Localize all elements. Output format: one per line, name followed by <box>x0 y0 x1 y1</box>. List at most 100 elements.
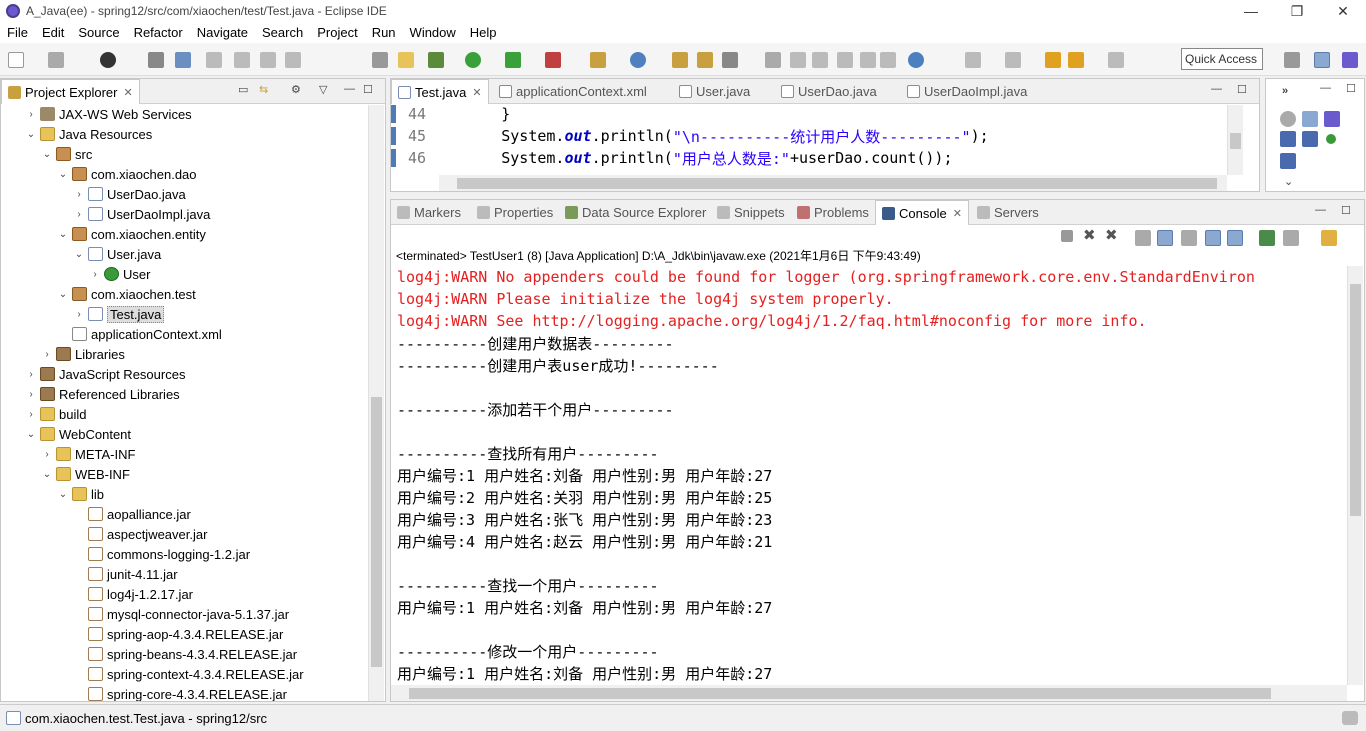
close-button[interactable]: ✕ <box>1320 0 1366 22</box>
tree-item[interactable]: › User <box>89 264 150 284</box>
restore-button[interactable]: ❐ <box>1274 0 1320 22</box>
tree-item[interactable]: log4j-1.2.17.jar <box>73 584 193 604</box>
toggle-whitespace-icon[interactable] <box>812 52 828 68</box>
editor-hscroll-thumb[interactable] <box>457 178 1217 189</box>
menu-edit[interactable]: Edit <box>35 25 71 40</box>
chevron-right-icon[interactable]: › <box>73 309 85 320</box>
java-ee-perspective-icon[interactable] <box>1314 52 1330 68</box>
chevron-down-icon[interactable]: ⌄ <box>41 149 53 160</box>
tree-item[interactable]: ⌄ com.xiaochen.test <box>57 284 196 304</box>
step-into-icon[interactable] <box>285 52 301 68</box>
tree-item[interactable]: ⌄ WEB-INF <box>41 464 130 484</box>
chevron-down-icon[interactable]: ⌄ <box>57 229 69 240</box>
next-annotation-icon[interactable] <box>965 52 981 68</box>
tab-userdaoimpl-java[interactable]: UserDaoImpl.java <box>907 79 1027 104</box>
build-icon[interactable] <box>398 52 414 68</box>
view-menu-icon[interactable]: ▽ <box>319 83 327 96</box>
previous-annotation-icon[interactable] <box>1005 52 1021 68</box>
menu-run[interactable]: Run <box>365 25 403 40</box>
open-type-icon[interactable] <box>672 52 688 68</box>
chevron-down-icon[interactable]: ⌄ <box>25 129 37 140</box>
profile-icon[interactable] <box>100 52 116 68</box>
new-class-icon[interactable] <box>630 52 646 68</box>
tab-markers[interactable]: Markers <box>397 200 461 225</box>
tab-user-java[interactable]: User.java <box>679 79 750 104</box>
toggle-block-icon[interactable] <box>790 52 806 68</box>
tree-item[interactable]: › UserDao.java <box>73 184 185 204</box>
remove-all-icon[interactable]: ✖ <box>1105 228 1121 245</box>
back-icon[interactable] <box>1068 52 1084 68</box>
tree-item[interactable]: ⌄ WebContent <box>25 424 131 444</box>
terminate-console-icon[interactable] <box>1061 230 1073 242</box>
tree-item[interactable]: mysql-connector-java-5.1.37.jar <box>73 604 289 624</box>
console-hscroll-thumb[interactable] <box>409 688 1271 699</box>
quick-access-field[interactable]: Quick Access <box>1181 48 1263 70</box>
editor-horizontal-scrollbar[interactable] <box>439 175 1227 191</box>
menu-project[interactable]: Project <box>310 25 364 40</box>
chevron-right-icon[interactable]: › <box>25 409 37 420</box>
word-wrap-icon[interactable] <box>837 52 853 68</box>
tree-item[interactable]: › Referenced Libraries <box>25 384 179 404</box>
menu-search[interactable]: Search <box>255 25 310 40</box>
resume-icon[interactable] <box>206 52 222 68</box>
java-perspective-icon[interactable] <box>1342 52 1358 68</box>
tree-item[interactable]: aspectjweaver.jar <box>73 524 207 544</box>
web-browser-icon[interactable] <box>908 52 924 68</box>
remove-launch-icon[interactable]: ✖ <box>1083 228 1099 245</box>
tree-item[interactable]: commons-logging-1.2.jar <box>73 544 250 564</box>
editor-scroll-thumb[interactable] <box>1230 133 1241 149</box>
chevron-right-icon[interactable]: › <box>25 109 37 120</box>
tree-item[interactable]: junit-4.11.jar <box>73 564 178 584</box>
chevron-right-icon[interactable]: › <box>89 269 101 280</box>
save-icon[interactable] <box>48 52 64 68</box>
external-tools-icon[interactable] <box>545 52 561 68</box>
tab-test-java[interactable]: Test.java ✕ <box>391 79 489 104</box>
open-perspective-icon[interactable] <box>1284 52 1300 68</box>
maximize-view-icon[interactable]: ☐ <box>1346 82 1356 95</box>
suspend-icon[interactable] <box>234 52 250 68</box>
tab-console[interactable]: Console ✕ <box>875 200 969 225</box>
chevron-right-icon[interactable]: › <box>25 389 37 400</box>
tab-userdao-java[interactable]: UserDao.java <box>781 79 877 104</box>
menu-help[interactable]: Help <box>463 25 504 40</box>
minimize-view-icon[interactable]: — <box>1315 204 1326 216</box>
hide-fields-icon[interactable] <box>1280 111 1296 127</box>
forward-icon[interactable] <box>1108 52 1124 68</box>
stop-icon[interactable] <box>260 52 276 68</box>
coverage-icon[interactable] <box>505 52 521 68</box>
console-vertical-scrollbar[interactable] <box>1347 266 1363 685</box>
close-icon[interactable]: ✕ <box>472 86 481 99</box>
tree-item[interactable]: spring-core-4.3.4.RELEASE.jar <box>73 684 287 701</box>
tree-item[interactable]: ⌄ src <box>41 144 93 164</box>
minimize-view-icon[interactable]: — <box>1211 83 1222 95</box>
tree-item[interactable]: › Test.java <box>73 304 165 324</box>
chevron-right-icon[interactable]: › <box>41 449 53 460</box>
chevron-right-icon[interactable]: › <box>73 189 85 200</box>
notifications-icon[interactable] <box>1342 711 1358 725</box>
menu-navigate[interactable]: Navigate <box>190 25 255 40</box>
hide-local-types-icon[interactable] <box>1302 131 1318 147</box>
tab-servers[interactable]: Servers <box>977 200 1039 225</box>
explorer-vertical-scrollbar[interactable] <box>368 105 384 701</box>
tree-item[interactable]: › META-INF <box>41 444 135 464</box>
minimize-view-icon[interactable]: — <box>1320 82 1331 94</box>
hide-nonpublic-icon[interactable] <box>1280 131 1296 147</box>
more-views-icon[interactable]: » <box>1282 85 1288 97</box>
maximize-view-icon[interactable]: ☐ <box>1341 204 1351 217</box>
run-icon[interactable] <box>465 52 481 68</box>
skip-breakpoints-icon[interactable] <box>148 52 164 68</box>
tab-problems[interactable]: Problems <box>797 200 869 225</box>
minimize-button[interactable]: — <box>1228 0 1274 22</box>
chevron-right-icon[interactable]: › <box>25 369 37 380</box>
tree-item[interactable]: › build <box>25 404 86 424</box>
console-output[interactable]: log4j:WARN No appenders could be found f… <box>391 266 1347 685</box>
sort-icon[interactable] <box>1324 111 1340 127</box>
tab-project-explorer[interactable]: Project Explorer ✕ <box>1 79 140 104</box>
menu-window[interactable]: Window <box>403 25 463 40</box>
tree-item[interactable]: ⌄ com.xiaochen.dao <box>57 164 197 184</box>
toggle-mark-icon[interactable] <box>765 52 781 68</box>
minimize-view-icon[interactable]: — <box>344 83 355 95</box>
menu-source[interactable]: Source <box>71 25 126 40</box>
tree-item[interactable]: spring-context-4.3.4.RELEASE.jar <box>73 664 304 684</box>
tab-data-source-explorer[interactable]: Data Source Explorer <box>565 200 706 225</box>
